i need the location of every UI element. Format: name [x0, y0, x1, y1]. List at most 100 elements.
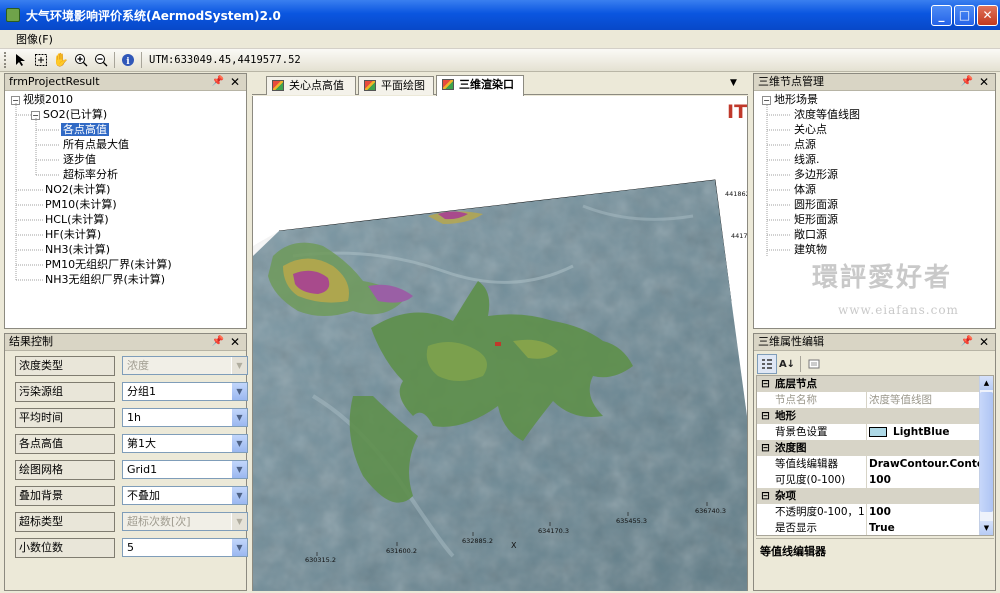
plot-grid-select[interactable]: Grid1 ▼	[122, 460, 248, 479]
panel-title: 结果控制	[9, 335, 53, 348]
point-high-value-select[interactable]: 第1大 ▼	[122, 434, 248, 453]
panel-header: frmProjectResult 📌 ✕	[5, 74, 246, 91]
property-row[interactable]: 可见度(0-100) 100	[757, 472, 993, 488]
tab-poi-high-value[interactable]: 关心点高值	[266, 76, 356, 95]
scrollbar-thumb[interactable]	[980, 392, 993, 512]
overlay-background-select[interactable]: 不叠加 ▼	[122, 486, 248, 505]
terrain-render[interactable]: 4418625 4417 630315.2 631600.2 632885.2 …	[253, 96, 748, 591]
pan-hand-icon[interactable]: ✋	[51, 50, 71, 70]
panel-header: 三维属性编辑 📌 ✕	[754, 334, 995, 351]
property-editor-panel: 三维属性编辑 📌 ✕ A↓ ⊟ 底层节点 节点名称 浓度等值线图 ⊟ 地形 背景色设置…	[753, 333, 996, 591]
exceed-type-select[interactable]: 超标次数[次] ▼	[122, 512, 248, 531]
property-category[interactable]: ⊟ 地形	[757, 408, 993, 424]
chevron-down-icon[interactable]: ▼	[231, 513, 247, 530]
property-category[interactable]: ⊟ 杂项	[757, 488, 993, 504]
pin-icon[interactable]: 📌	[961, 334, 973, 350]
categorized-icon[interactable]	[757, 354, 777, 374]
property-row[interactable]: 不透明度0-100，1C 100	[757, 504, 993, 520]
info-icon[interactable]: i	[118, 50, 138, 70]
node-tree: − 地形场景 浓度等值线图 关心点 点源 线源. 多边形源 体源 圆形面源 矩形面…	[754, 91, 995, 327]
zoom-in-icon[interactable]	[71, 50, 91, 70]
tree-node[interactable]: 矩形面源	[794, 213, 838, 228]
property-pages-icon[interactable]	[804, 354, 824, 374]
chevron-down-icon[interactable]: ▼	[231, 409, 247, 426]
close-button[interactable]: ✕	[977, 5, 998, 26]
close-icon[interactable]: ✕	[230, 74, 240, 90]
x-tick-label: 632885.2	[462, 537, 493, 545]
overlay-background-label: 叠加背景	[15, 486, 115, 506]
point-high-value-label: 各点高值	[15, 434, 115, 454]
tree-node-selected[interactable]: 各点高值	[61, 123, 109, 138]
property-category[interactable]: ⊟ 底层节点	[757, 376, 993, 392]
decimal-places-select[interactable]: 5 ▼	[122, 538, 248, 557]
toolbar-grip[interactable]	[4, 52, 7, 68]
close-icon[interactable]: ✕	[979, 74, 989, 90]
collapse-icon[interactable]: ⊟	[761, 488, 771, 504]
tree-lines	[15, 103, 60, 281]
tab-plane-plot[interactable]: 平面绘图	[358, 76, 434, 95]
chevron-down-icon[interactable]: ▼	[231, 435, 247, 452]
source-marker	[495, 342, 501, 346]
exceed-type-label: 超标类型	[15, 512, 115, 532]
full-extent-icon[interactable]	[31, 50, 51, 70]
property-row[interactable]: 背景色设置 LightBlue	[757, 424, 993, 440]
concentration-type-label: 浓度类型	[15, 356, 115, 376]
property-category[interactable]: ⊟ 浓度图	[757, 440, 993, 456]
collapse-icon[interactable]: ⊟	[761, 440, 771, 456]
chevron-down-icon[interactable]: ▼	[231, 539, 247, 556]
pin-icon[interactable]: 📌	[212, 74, 224, 90]
tree-node[interactable]: 圆形面源	[794, 198, 838, 213]
minimize-button[interactable]: _	[931, 5, 952, 26]
tab-3d-render[interactable]: 三维渲染口	[436, 75, 524, 96]
concentration-type-select[interactable]: 浓度 ▼	[122, 356, 248, 375]
scroll-down-icon[interactable]: ▼	[980, 521, 993, 535]
average-time-select[interactable]: 1h ▼	[122, 408, 248, 427]
tree-node[interactable]: 点源	[794, 138, 816, 153]
pointer-icon[interactable]	[11, 50, 31, 70]
close-icon[interactable]: ✕	[979, 334, 989, 350]
pin-icon[interactable]: 📌	[212, 334, 224, 350]
tree-node[interactable]: 逐步值	[63, 153, 96, 168]
property-row[interactable]: 等值线编辑器 DrawContour.Contour:	[757, 456, 993, 472]
collapse-icon[interactable]: ⊟	[761, 376, 771, 392]
pin-icon[interactable]: 📌	[961, 74, 973, 90]
title-bar: 大气环境影响评价系统(AermodSystem)2.0 _ □ ✕	[0, 0, 1000, 30]
chevron-down-icon[interactable]: ▼	[231, 383, 247, 400]
chevron-down-icon[interactable]: ▼	[231, 357, 247, 374]
y-tick-label: 4418625	[725, 190, 748, 198]
chevron-down-icon[interactable]: ▼	[231, 487, 247, 504]
window-title: 大气环境影响评价系统(AermodSystem)2.0	[26, 8, 281, 23]
zoom-out-icon[interactable]	[91, 50, 111, 70]
source-group-select[interactable]: 分组1 ▼	[122, 382, 248, 401]
collapse-icon[interactable]: ⊟	[761, 408, 771, 424]
tree-node[interactable]: 关心点	[794, 123, 827, 138]
scroll-up-icon[interactable]: ▲	[980, 376, 993, 390]
color-swatch	[869, 427, 887, 437]
tree-node[interactable]: 所有点最大值	[63, 138, 129, 153]
x-tick-label: 631600.2	[386, 547, 417, 555]
tree-node[interactable]: 体源	[794, 183, 816, 198]
tree-node[interactable]: 多边形源	[794, 168, 838, 183]
corner-logo: IT	[727, 101, 747, 123]
x-tick-label: 630315.2	[305, 556, 336, 564]
property-row[interactable]: 是否显示 True	[757, 520, 993, 535]
tree-node[interactable]: 敞口源	[794, 228, 827, 243]
tree-node-terrain-scene[interactable]: − 地形场景	[762, 93, 818, 108]
tree-node[interactable]: 超标率分析	[63, 168, 118, 183]
tree-node[interactable]: 建筑物	[794, 243, 827, 258]
tree-node[interactable]: 线源.	[794, 153, 820, 168]
tree-node[interactable]: 浓度等值线图	[794, 108, 860, 123]
tab-list-chevron-icon[interactable]: ▼	[730, 78, 737, 88]
scrollbar[interactable]: ▲ ▼	[979, 376, 993, 535]
3d-viewport[interactable]: 4418625 4417 630315.2 631600.2 632885.2 …	[252, 96, 748, 591]
menu-item-image[interactable]: 图像(F)	[8, 33, 61, 46]
maximize-button[interactable]: □	[954, 5, 975, 26]
app-icon	[6, 8, 20, 22]
close-icon[interactable]: ✕	[230, 334, 240, 350]
property-row[interactable]: 节点名称 浓度等值线图	[757, 392, 993, 408]
collapse-icon[interactable]: −	[762, 95, 771, 105]
chevron-down-icon[interactable]: ▼	[231, 461, 247, 478]
panel-title: 三维属性编辑	[758, 335, 824, 348]
sort-alphabetical-icon[interactable]: A↓	[777, 354, 797, 374]
chart-icon	[364, 80, 376, 91]
